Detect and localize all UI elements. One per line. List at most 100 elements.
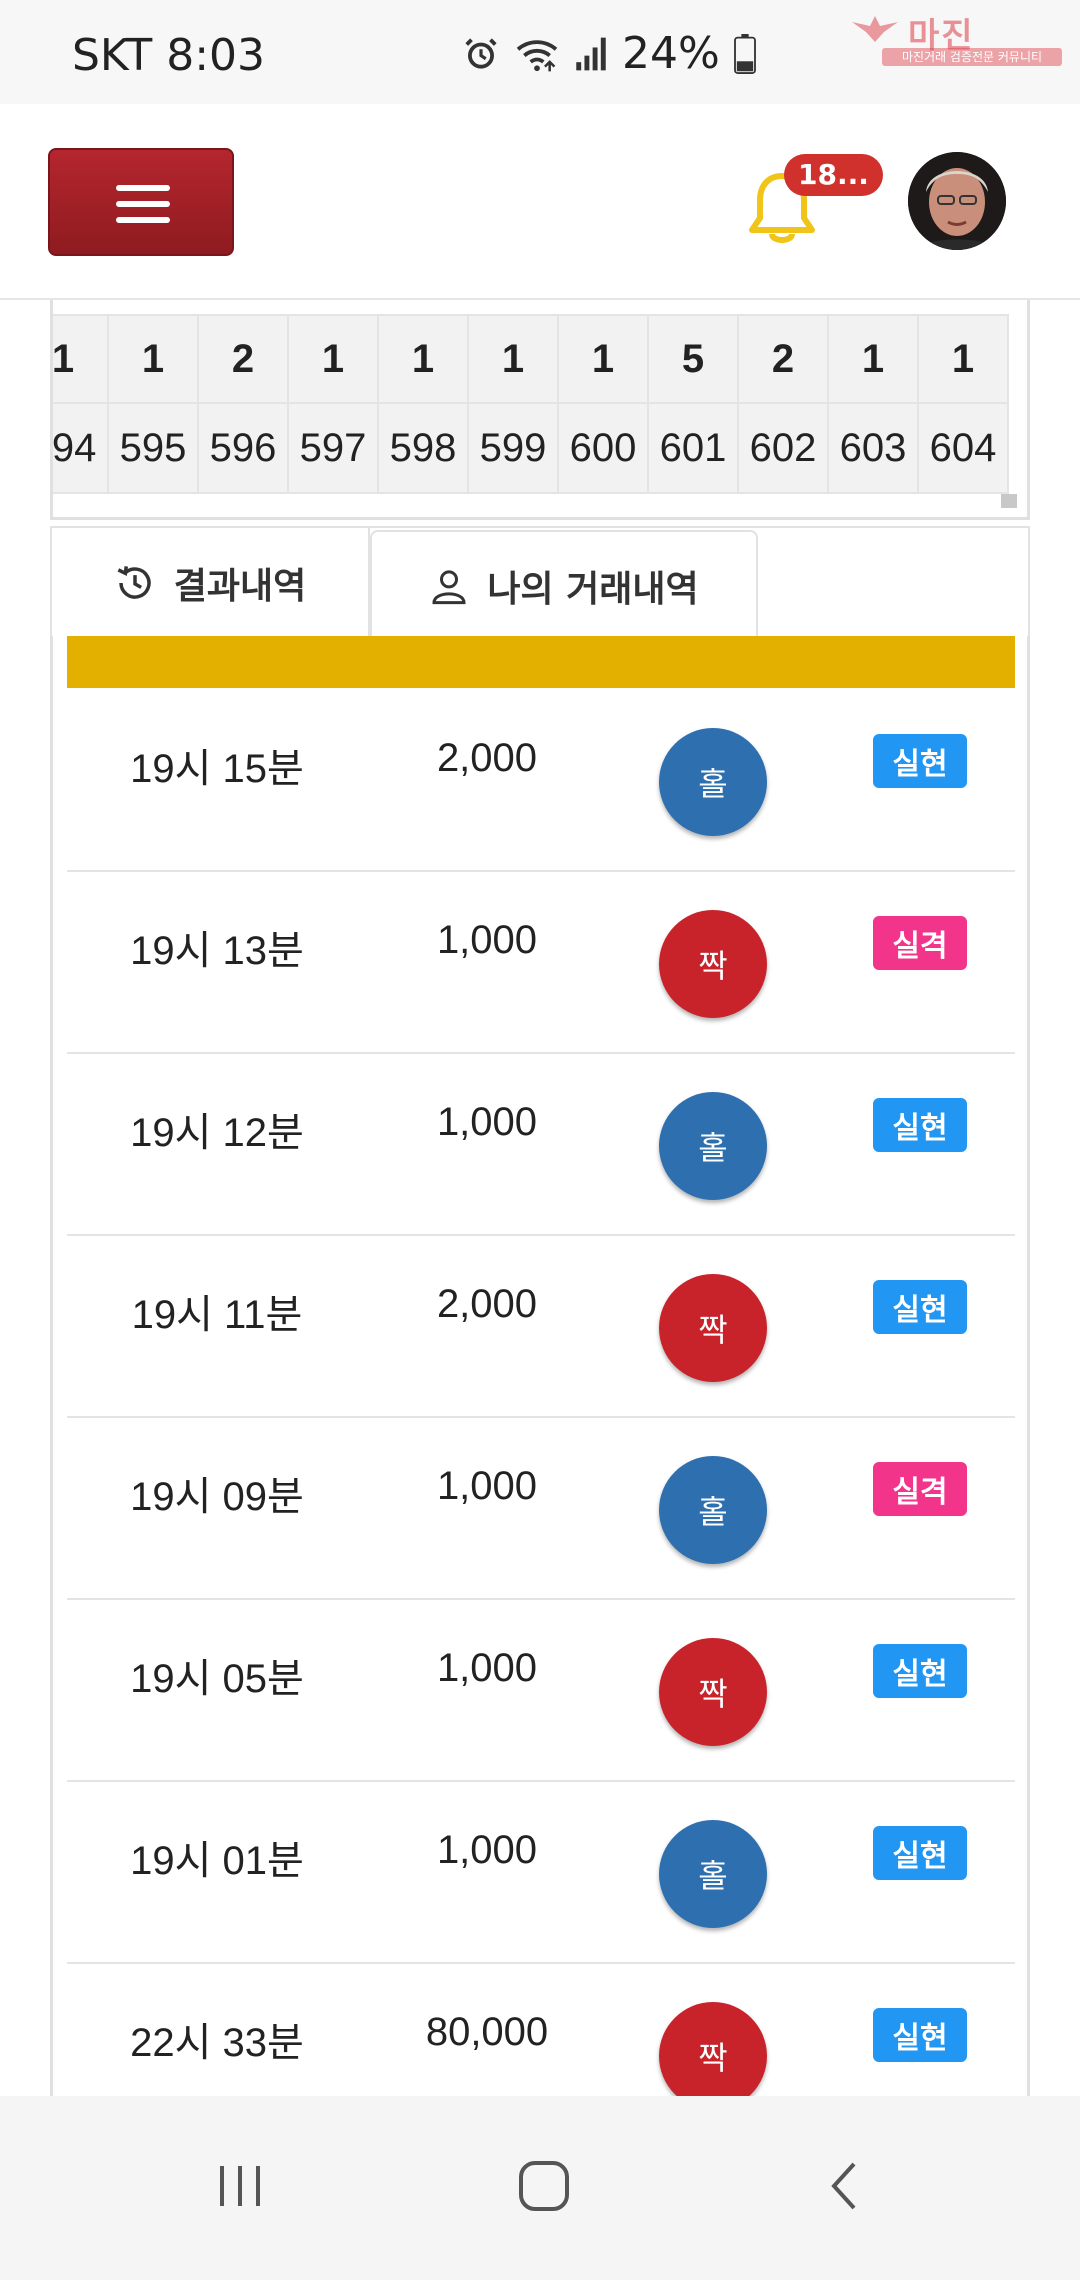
pick-ball: 짝 (659, 1638, 767, 1746)
grid-round-cell: 603 (829, 404, 919, 494)
trade-history-list: 19시 15분 2,000 홀 실현 19시 13분 1,000 짝 실격 19시 12분 1,0… (67, 690, 1015, 2096)
system-nav-bar (0, 2096, 1080, 2280)
recent-apps-icon[interactable] (216, 2156, 264, 2216)
table-row: 19시 12분 1,000 홀 실현 (67, 1054, 1015, 1236)
result-grid-column: 2 602 (739, 314, 829, 494)
result-grid-column: 1 599 (469, 314, 559, 494)
trade-amount: 2,000 (436, 736, 538, 780)
pick-ball: 짝 (659, 910, 767, 1018)
watermark-subtitle: 마진거래 검증전문 커뮤니티 (882, 48, 1062, 66)
grid-count-cell: 1 (829, 314, 919, 404)
tab-my-trades-label: 나의 거래내역 (487, 569, 699, 610)
trade-time: 19시 09분 (130, 1475, 304, 1519)
tab-my-trades[interactable]: 나의 거래내역 (370, 530, 758, 640)
grid-count-cell: 5 (649, 314, 739, 404)
result-grid-column: 2 596 (199, 314, 289, 494)
menu-bar (116, 201, 170, 207)
result-grid[interactable]: 1594159525961597159815991600560126021603… (50, 300, 1030, 520)
grid-round-cell: 599 (469, 404, 559, 494)
scrollbar-handle[interactable] (1001, 494, 1017, 508)
tab-results[interactable]: 결과내역 (52, 528, 370, 640)
table-row: 19시 05분 1,000 짝 실현 (67, 1600, 1015, 1782)
menu-bar (116, 217, 170, 223)
notification-badge[interactable]: 18... (784, 154, 883, 196)
result-grid-table: 1594159525961597159815991600560126021603… (53, 314, 1009, 494)
pick-ball: 홀 (659, 728, 767, 836)
grid-count-cell: 1 (289, 314, 379, 404)
grid-count-cell: 2 (199, 314, 289, 404)
result-grid-column: 1 595 (109, 314, 199, 494)
grid-count-cell: 1 (559, 314, 649, 404)
trade-amount: 80,000 (425, 2010, 549, 2054)
result-grid-column: 1 600 (559, 314, 649, 494)
pick-ball: 홀 (659, 1092, 767, 1200)
result-badge: 실현 (873, 734, 967, 788)
tab-results-label: 결과내역 (173, 566, 307, 607)
history-icon (117, 566, 151, 599)
pick-ball: 홀 (659, 1456, 767, 1564)
result-grid-column: 1594 (53, 314, 109, 494)
home-icon[interactable] (514, 2156, 574, 2216)
status-bar: SKT 8:03 24% 마진 마진거래 검증전문 커뮤니티 (0, 0, 1080, 104)
trade-time: 19시 12분 (130, 1111, 304, 1155)
table-row: 19시 09분 1,000 홀 실격 (67, 1418, 1015, 1600)
table-row: 22시 33분 80,000 짝 실현 (67, 1964, 1015, 2096)
grid-round-cell: 600 (559, 404, 649, 494)
grid-round-cell: 602 (739, 404, 829, 494)
trade-amount: 2,000 (436, 1282, 538, 1326)
grid-count-cell: 1 (469, 314, 559, 404)
trade-time: 19시 15분 (130, 747, 304, 791)
battery-percent: 24% (622, 28, 720, 79)
table-header (67, 636, 1015, 688)
trade-time: 22시 33분 (130, 2021, 304, 2065)
battery-icon (733, 33, 756, 74)
result-badge: 실현 (873, 1644, 967, 1698)
grid-count-cell: 1 (919, 314, 1009, 404)
status-icons: 24% (462, 28, 756, 79)
watermark-logo: 마진 마진거래 검증전문 커뮤니티 (838, 8, 1070, 66)
result-grid-column: 5 601 (649, 314, 739, 494)
grid-count-cell: 1 (379, 314, 469, 404)
table-row: 19시 11분 2,000 짝 실현 (67, 1236, 1015, 1418)
avatar[interactable] (908, 152, 1006, 250)
menu-button[interactable] (48, 148, 234, 256)
profile-photo-icon (908, 152, 1006, 250)
back-icon[interactable] (820, 2156, 868, 2216)
result-badge: 실현 (873, 1826, 967, 1880)
eagle-emblem-icon (852, 16, 898, 42)
trade-amount: 1,000 (436, 1100, 538, 1144)
grid-round-cell: 595 (109, 404, 199, 494)
trade-amount: 1,000 (436, 1828, 538, 1872)
trade-history-panel[interactable]: 19시 15분 2,000 홀 실현 19시 13분 1,000 짝 실격 19시 12분 1,0… (50, 636, 1030, 2096)
table-row: 19시 15분 2,000 홀 실현 (67, 690, 1015, 872)
pick-ball: 짝 (659, 2002, 767, 2096)
result-grid-column: 1 597 (289, 314, 379, 494)
table-row: 19시 13분 1,000 짝 실격 (67, 872, 1015, 1054)
table-row: 19시 01분 1,000 홀 실현 (67, 1782, 1015, 1964)
grid-count-cell: 1 (109, 314, 199, 404)
grid-round-cell: 596 (199, 404, 289, 494)
grid-round-cell: 597 (289, 404, 379, 494)
grid-count-cell: 2 (739, 314, 829, 404)
tab-bar: 결과내역 나의 거래내역 (50, 526, 1030, 640)
trade-amount: 1,000 (436, 1464, 538, 1508)
trade-amount: 1,000 (436, 1646, 538, 1690)
trade-time: 19시 11분 (131, 1293, 303, 1337)
result-badge: 실격 (873, 916, 967, 970)
carrier-time: SKT 8:03 (72, 30, 266, 81)
trade-time: 19시 05분 (130, 1657, 304, 1701)
result-grid-column: 1 604 (919, 314, 1009, 494)
pick-ball: 홀 (659, 1820, 767, 1928)
result-grid-column: 1 603 (829, 314, 919, 494)
grid-round-cell: 598 (379, 404, 469, 494)
signal-icon (576, 37, 606, 70)
result-grid-column: 1 598 (379, 314, 469, 494)
grid-count-cell: 1 (53, 314, 109, 404)
alarm-icon (465, 37, 497, 69)
result-badge: 실격 (873, 1462, 967, 1516)
menu-bar (116, 185, 170, 191)
pick-ball: 짝 (659, 1274, 767, 1382)
grid-round-cell: 604 (919, 404, 1009, 494)
trade-time: 19시 13분 (130, 929, 304, 973)
grid-round-cell: 594 (53, 404, 109, 494)
